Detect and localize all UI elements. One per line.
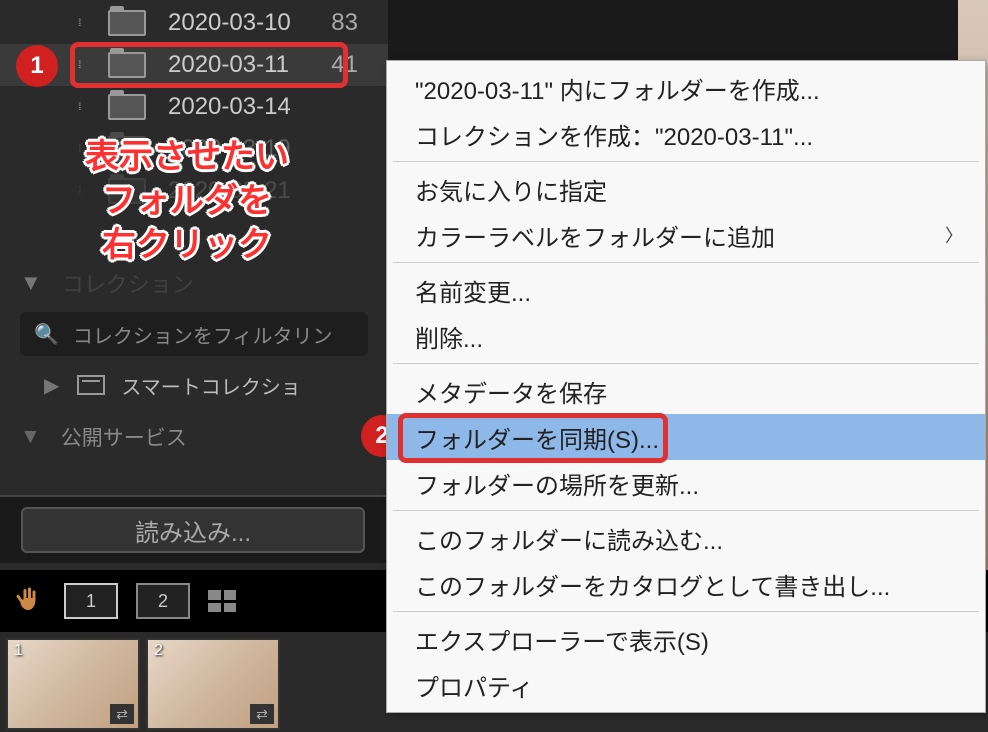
- search-icon: 🔍: [34, 322, 59, 347]
- collections-title: コレクション: [62, 267, 194, 299]
- folder-context-menu: "2020-03-11" 内にフォルダーを作成... コレクションを作成："20…: [386, 60, 986, 713]
- menu-label: このフォルダーをカタログとして書き出し...: [415, 567, 890, 602]
- touch-hand-icon[interactable]: [10, 583, 46, 619]
- menu-label: メタデータを保存: [415, 374, 607, 409]
- folder-count: 83: [331, 9, 358, 37]
- menu-label: 削除...: [415, 319, 483, 354]
- smart-collection-item[interactable]: ▶ スマートコレクショ: [0, 364, 388, 406]
- annotation-line: フォルダを: [32, 179, 342, 223]
- menu-divider: [393, 161, 979, 162]
- thumb-number: 1: [14, 642, 23, 660]
- folder-icon: [108, 10, 146, 36]
- expand-icon: ▶: [44, 373, 59, 398]
- services-title: 公開サービス: [61, 422, 187, 452]
- menu-import-to-folder[interactable]: このフォルダーに読み込む...: [387, 515, 985, 561]
- menu-label: フォルダーの場所を更新...: [415, 466, 699, 501]
- menu-label: フォルダーを同期(S)...: [415, 420, 659, 455]
- step-badge-1: 1: [16, 45, 58, 87]
- menu-label: お気に入りに指定: [415, 172, 607, 207]
- annotation-line: 表示させたい: [32, 135, 342, 179]
- menu-label: カラーラベルをフォルダーに追加: [415, 218, 775, 253]
- menu-rename[interactable]: 名前変更...: [387, 267, 985, 313]
- menu-divider: [393, 363, 979, 364]
- collapse-icon: ▼: [20, 270, 42, 296]
- thumb-number: 2: [154, 642, 163, 660]
- menu-properties[interactable]: プロパティ: [387, 662, 985, 708]
- menu-label: "2020-03-11" 内にフォルダーを作成...: [415, 71, 820, 106]
- smart-collection-label: スマートコレクショ: [121, 371, 300, 400]
- menu-label: このフォルダーに読み込む...: [415, 521, 723, 556]
- thumbnail[interactable]: 1 ⇄: [6, 638, 140, 730]
- thumbnail[interactable]: 2 ⇄: [146, 638, 280, 730]
- menu-divider: [393, 262, 979, 263]
- collapse-icon: ▼: [20, 425, 41, 449]
- expand-dots-icon: ⁞⁞: [78, 102, 80, 113]
- annotation-line: 右クリック: [32, 223, 342, 267]
- view-button-label: 2: [158, 591, 168, 612]
- menu-show-explorer[interactable]: エクスプローラーで表示(S): [387, 616, 985, 662]
- folder-label: 2020-03-14: [168, 93, 388, 121]
- import-bar: 読み込み...: [0, 495, 386, 563]
- menu-create-collection[interactable]: コレクションを作成："2020-03-11"...: [387, 111, 985, 157]
- folder-item[interactable]: ⁞⁞ 2020-03-14: [0, 86, 388, 128]
- folder-label: 2020-03-11: [168, 51, 331, 79]
- menu-save-metadata[interactable]: メタデータを保存: [387, 368, 985, 414]
- folder-label: 2020-03-10: [168, 9, 331, 37]
- menu-update-location[interactable]: フォルダーの場所を更新...: [387, 460, 985, 506]
- folder-item[interactable]: ⁞⁞ 2020-03-10 83: [0, 2, 388, 44]
- grid-view-icon[interactable]: [208, 590, 236, 612]
- menu-favorite[interactable]: お気に入りに指定: [387, 166, 985, 212]
- expand-dots-icon: ⁞⁞: [78, 18, 80, 29]
- collections-header[interactable]: ▼ コレクション: [0, 262, 388, 304]
- folder-item[interactable]: ⁞⁞ 2020-03-11 41: [0, 44, 388, 86]
- sync-badge-icon: ⇄: [110, 704, 134, 724]
- folder-count: 41: [331, 51, 358, 79]
- services-header[interactable]: ▼ 公開サービス: [0, 416, 388, 458]
- import-label: 読み込み...: [135, 513, 251, 548]
- menu-create-subfolder[interactable]: "2020-03-11" 内にフォルダーを作成...: [387, 65, 985, 111]
- menu-sync-folder[interactable]: フォルダーを同期(S)...: [387, 414, 985, 460]
- menu-label: エクスプローラーで表示(S): [415, 622, 709, 657]
- filter-placeholder: コレクションをフィルタリン: [73, 320, 333, 349]
- menu-divider: [393, 510, 979, 511]
- view-button-label: 1: [86, 591, 96, 612]
- expand-dots-icon: ⁞⁞: [78, 60, 80, 71]
- sync-badge-icon: ⇄: [250, 704, 274, 724]
- menu-label: 名前変更...: [415, 273, 531, 308]
- folder-icon: [108, 52, 146, 78]
- folder-icon: [108, 94, 146, 120]
- view-single-button[interactable]: 1: [64, 583, 118, 619]
- menu-label: プロパティ: [415, 668, 534, 703]
- menu-delete[interactable]: 削除...: [387, 313, 985, 359]
- collection-icon: [77, 375, 105, 395]
- import-button[interactable]: 読み込み...: [21, 507, 365, 553]
- collection-filter[interactable]: 🔍 コレクションをフィルタリン: [20, 312, 368, 356]
- menu-export-catalog[interactable]: このフォルダーをカタログとして書き出し...: [387, 561, 985, 607]
- menu-color-label[interactable]: カラーラベルをフォルダーに追加 〉: [387, 212, 985, 258]
- menu-label: コレクションを作成："2020-03-11"...: [415, 117, 813, 152]
- view-compare-button[interactable]: 2: [136, 583, 190, 619]
- step-number: 1: [30, 52, 43, 80]
- menu-divider: [393, 611, 979, 612]
- instruction-annotation: 表示させたい フォルダを 右クリック: [32, 135, 342, 268]
- chevron-right-icon: 〉: [945, 222, 963, 248]
